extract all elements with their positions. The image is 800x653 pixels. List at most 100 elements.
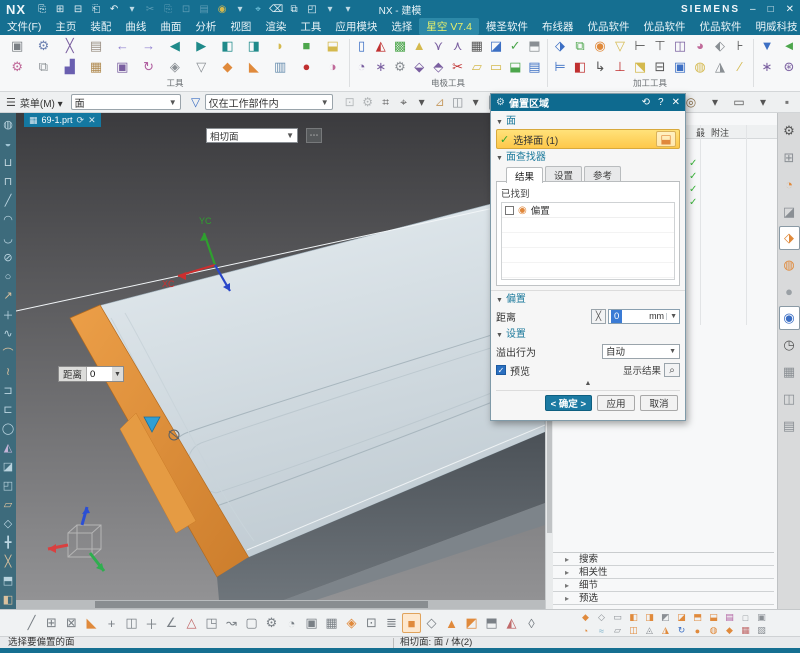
quick-access-icon[interactable]: ⧉ (286, 2, 302, 16)
ribbon-tab[interactable]: 渲染 (258, 18, 293, 35)
ribbon-tab[interactable]: 布线器 (535, 18, 581, 35)
show-result-button[interactable]: ⌕ (664, 363, 680, 377)
dialog-titlebar-button[interactable]: ⟲ (642, 97, 650, 108)
left-toolbar-icon[interactable]: ◰ (0, 476, 16, 495)
left-toolbar-icon[interactable]: ⊓ (0, 172, 16, 191)
ribbon-tool-icon[interactable]: ◮ (710, 57, 730, 76)
navigator-section-header[interactable]: 搜索 (553, 553, 774, 566)
cluster-icon[interactable]: ▣ (754, 611, 769, 624)
distance-value[interactable]: 0 (86, 367, 112, 381)
selection-bar-icon[interactable]: ⌗ (377, 94, 395, 110)
bottom-toolbar-icon[interactable]: ∠ (162, 613, 181, 633)
bottom-toolbar-icon[interactable]: ╱ (22, 613, 41, 633)
ribbon-tab[interactable]: 优品软件 (580, 18, 636, 35)
left-toolbar-icon[interactable]: ⊔ (0, 153, 16, 172)
resource-bar-icon[interactable]: ◉ (779, 306, 800, 330)
ribbon-tool-icon[interactable]: ↳ (590, 57, 610, 76)
left-toolbar-icon[interactable]: ╳ (0, 552, 16, 571)
selection-bar-icon[interactable]: ⌖ (395, 94, 413, 110)
ribbon-tab[interactable]: 优品软件 (636, 18, 692, 35)
ribbon-tool-icon[interactable]: ▼ (757, 36, 777, 55)
found-list-item[interactable]: ◉ 偏置 (502, 203, 674, 218)
ribbon-tool-icon[interactable]: ⬒ (525, 36, 544, 55)
ribbon-tool-icon[interactable]: ▩ (390, 36, 409, 55)
ribbon-tool-icon[interactable]: ⊟ (650, 57, 670, 76)
cluster-icon[interactable]: ◆ (578, 611, 593, 624)
bottom-toolbar-icon[interactable]: ◩ (462, 613, 481, 633)
selection-scope-combo[interactable]: 仅在工作部件内 ▼ (205, 94, 333, 110)
ribbon-tool-icon[interactable]: ⊨ (550, 57, 570, 76)
ribbon-tool-icon[interactable]: ⊦ (730, 36, 750, 55)
ribbon-tab[interactable]: 装配 (83, 18, 118, 35)
quick-access-icon[interactable]: ▾ (322, 2, 338, 16)
quick-access-icon[interactable]: ⊡ (178, 2, 194, 16)
ribbon-tool-icon[interactable]: ⚙ (7, 57, 27, 76)
select-face-row[interactable]: ✓ 选择面 (1) ⬓ (496, 129, 680, 149)
cluster-icon[interactable]: □ (738, 611, 753, 624)
quick-access-icon[interactable]: ⎘ (160, 2, 176, 16)
distance-value[interactable]: 0 (611, 310, 622, 323)
checkbox[interactable] (505, 206, 514, 215)
face-finder-tab[interactable]: 结果 (506, 167, 543, 183)
cancel-button[interactable]: 取消 (640, 395, 678, 411)
ribbon-tool-icon[interactable]: ◕ (690, 36, 710, 55)
feature-suppressed-check-icon[interactable]: ✓ (689, 170, 697, 183)
ribbon-tool-icon[interactable]: ◧ (218, 36, 238, 55)
left-toolbar-icon[interactable]: ▱ (0, 495, 16, 514)
ribbon-tool-icon[interactable]: ✓ (506, 36, 525, 55)
quick-access-icon[interactable]: ◉ (214, 2, 230, 16)
cluster-icon[interactable]: ▤ (722, 611, 737, 624)
cluster-icon[interactable]: ◇ (594, 611, 609, 624)
viewport-hscrollbar[interactable] (16, 600, 545, 609)
left-toolbar-icon[interactable]: ◒ (0, 134, 16, 153)
ribbon-tool-icon[interactable]: ◔ (352, 57, 371, 76)
window-control-button[interactable]: ✕ (786, 4, 794, 15)
column-header-note[interactable]: 附注 (711, 126, 729, 139)
selection-bar-icon[interactable]: ▾ (413, 94, 431, 110)
left-toolbar-icon[interactable]: ╱ (0, 191, 16, 210)
bottom-toolbar-icon[interactable]: ◊ (522, 613, 541, 633)
model-canvas[interactable]: YC XC (16, 113, 545, 600)
resource-bar-icon[interactable]: ▤ (779, 412, 800, 439)
ribbon-tool-icon[interactable]: ◧ (570, 57, 590, 76)
quick-access-icon[interactable]: ⌖ (250, 2, 266, 16)
quick-access-icon[interactable]: ▾ (232, 2, 248, 16)
ribbon-tool-icon[interactable]: ⬗ (550, 36, 570, 55)
ribbon-tab[interactable]: 工具 (293, 18, 328, 35)
ribbon-tool-icon[interactable]: ◄ (779, 36, 799, 55)
selection-bar-icon[interactable]: ▾ (467, 94, 485, 110)
ribbon-tool-icon[interactable]: ◍ (690, 57, 710, 76)
quick-access-icon[interactable]: ✂ (142, 2, 158, 16)
bottom-toolbar-icon[interactable]: ▦ (322, 613, 341, 633)
dialog-titlebar-button[interactable]: ? (658, 97, 664, 108)
ribbon-tool-icon[interactable]: → (139, 36, 159, 55)
ribbon-tool-icon[interactable]: ∕ (730, 57, 750, 76)
ribbon-tool-icon[interactable]: ◫ (670, 36, 690, 55)
distance-input[interactable]: 0 mm ▼ (608, 309, 680, 324)
ribbon-tool-icon[interactable]: ⬓ (506, 57, 525, 76)
ribbon-tab[interactable]: 优品软件 (692, 18, 748, 35)
bottom-toolbar-icon[interactable]: ◫ (122, 613, 141, 633)
scrollbar-thumb[interactable] (547, 413, 552, 533)
left-toolbar-icon[interactable]: ◡ (0, 229, 16, 248)
bottom-toolbar-icon[interactable]: ◔ (282, 613, 301, 633)
left-toolbar-icon[interactable]: ⬒ (0, 571, 16, 590)
quick-access-icon[interactable]: ▤ (196, 2, 212, 16)
window-control-button[interactable]: □ (768, 4, 774, 15)
dialog-collapse-arrow[interactable]: ▲ (496, 379, 680, 388)
left-toolbar-icon[interactable]: ＋ (0, 305, 16, 324)
bottom-toolbar-icon[interactable]: ⊠ (62, 613, 81, 633)
ribbon-tool-icon[interactable]: ▤ (86, 36, 106, 55)
face-finder-tab[interactable]: 参考 (584, 166, 621, 181)
ribbon-tool-icon[interactable]: ∗ (757, 57, 777, 76)
left-toolbar-icon[interactable]: ◧ (0, 590, 16, 609)
ribbon-tool-icon[interactable]: ⬔ (630, 57, 650, 76)
window-control-button[interactable]: ‒ (750, 4, 756, 15)
ribbon-tool-icon[interactable]: ● (296, 57, 316, 76)
bottom-toolbar-icon[interactable]: ◳ (202, 613, 221, 633)
bottom-toolbar-icon[interactable]: ◇ (422, 613, 441, 633)
cluster-icon[interactable]: ◩ (658, 611, 673, 624)
navigator-section-header[interactable]: 预选 (553, 592, 774, 605)
selection-bar-right-icon[interactable]: ▾ (706, 94, 724, 110)
bottom-toolbar-icon[interactable]: ▲ (442, 613, 461, 633)
